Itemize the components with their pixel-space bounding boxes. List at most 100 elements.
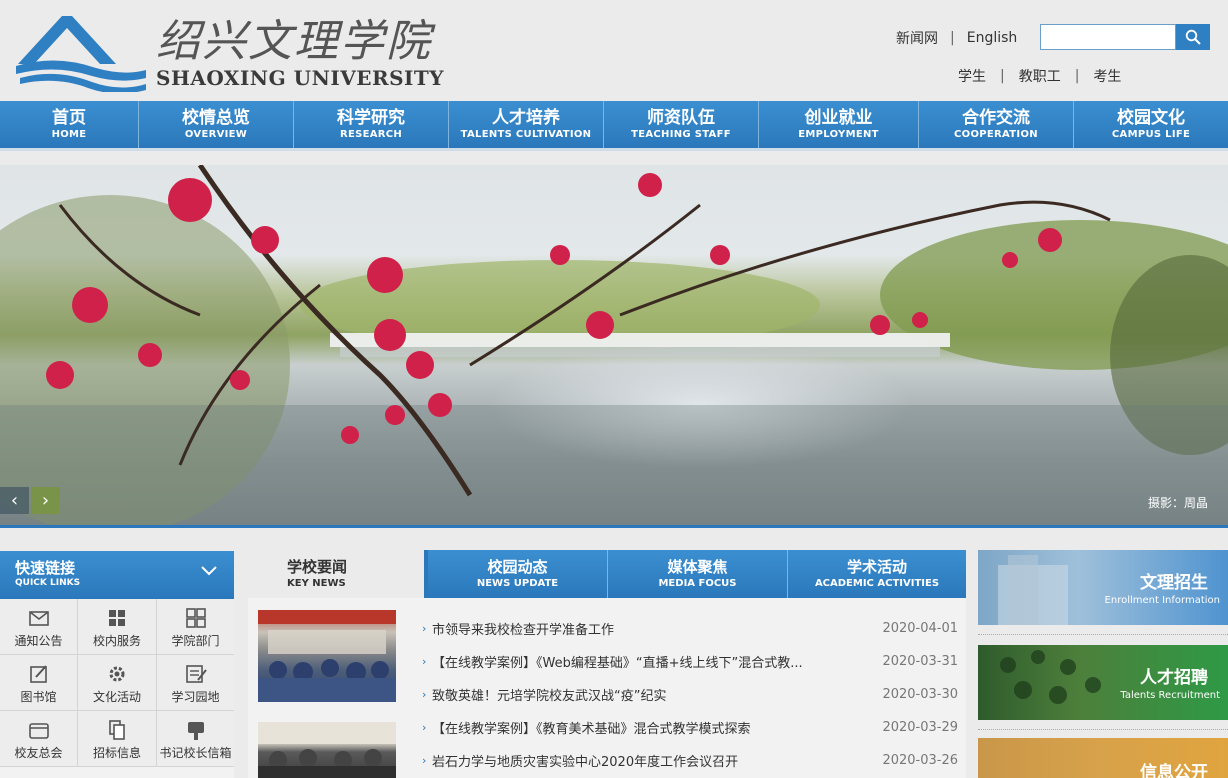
promo-title: 信息公开: [1140, 763, 1208, 778]
nav-label: 校情总览: [182, 108, 250, 128]
tab-label: 学校要闻: [287, 558, 348, 576]
quick-links-panel: 快速链接 QUICK LINKS 通知公告 校内服务 学院部门 图书馆 文化活动…: [0, 551, 234, 778]
quick-link-study-garden[interactable]: 学习园地: [157, 655, 234, 711]
quick-link-label: 文化活动: [92, 690, 141, 704]
quick-link-departments[interactable]: 学院部门: [157, 599, 234, 655]
mailbox-icon: [187, 722, 204, 740]
quick-link-bidding[interactable]: 招标信息: [78, 711, 157, 767]
news-site-link[interactable]: 新闻网: [896, 28, 938, 48]
nav-sublabel: TEACHING STAFF: [631, 129, 731, 140]
news-list: › 市领导来我校检查开学准备工作 2020-04-01 › 【在线教学案例】《W…: [422, 612, 962, 777]
mail-icon: [28, 611, 49, 626]
information-disclosure-promo[interactable]: 信息公开: [978, 738, 1228, 778]
promo-title: 文理招生: [1140, 573, 1208, 593]
tab-sublabel: ACADEMIC ACTIVITIES: [814, 578, 940, 589]
tab-sublabel: MEDIA FOCUS: [658, 578, 737, 589]
applicants-link[interactable]: 考生: [1093, 66, 1121, 86]
quick-link-president-mailbox[interactable]: 书记校长信箱: [157, 711, 234, 767]
search-input[interactable]: [1040, 24, 1176, 50]
nav-campus-life[interactable]: 校园文化 CAMPUS LIFE: [1074, 101, 1228, 148]
main-nav: 首页 HOME 校情总览 OVERVIEW 科学研究 RESEARCH 人才培养…: [0, 101, 1228, 151]
squares-icon: [185, 608, 206, 628]
nav-label: 合作交流: [962, 108, 1030, 128]
news-item[interactable]: › 致敬英雄！元培学院校友武汉战“疫”纪实 2020-03-30: [422, 678, 962, 711]
news-thumbnail[interactable]: [258, 722, 396, 778]
university-logo[interactable]: 绍兴文理学院 SHAOXING UNIVERSITY: [16, 14, 456, 94]
quick-link-label: 学院部门: [171, 634, 220, 648]
news-date: 2020-03-29: [882, 720, 958, 735]
tab-sublabel: KEY NEWS: [287, 578, 346, 589]
staff-link[interactable]: 教职工: [1019, 66, 1061, 86]
tab-academic-activities[interactable]: 学术活动 ACADEMIC ACTIVITIES: [788, 550, 966, 598]
enrollment-promo[interactable]: 文理招生 Enrollment Information: [978, 550, 1228, 625]
quick-link-cultural-activities[interactable]: 文化活动: [78, 655, 157, 711]
nav-label: 创业就业: [804, 108, 873, 128]
nav-label: 师资队伍: [647, 108, 715, 128]
news-title[interactable]: 致敬英雄！元培学院校友武汉战“疫”纪实: [432, 685, 862, 704]
header: 绍兴文理学院 SHAOXING UNIVERSITY 新闻网 | English…: [0, 0, 1228, 101]
nav-sublabel: OVERVIEW: [184, 129, 248, 140]
nav-research[interactable]: 科学研究 RESEARCH: [294, 101, 449, 148]
quick-link-label: 校友总会: [14, 746, 63, 760]
quick-link-label: 招标信息: [92, 746, 141, 760]
nav-employment[interactable]: 创业就业 EMPLOYMENT: [759, 101, 919, 148]
banner-prev-button[interactable]: ‹: [0, 487, 29, 514]
arrow-icon: ›: [422, 721, 427, 734]
quick-link-campus-services[interactable]: 校内服务: [78, 599, 157, 655]
news-tabs: 学校要闻 KEY NEWS 校园动态 NEWS UPDATE 媒体聚焦 MEDI…: [248, 550, 966, 598]
quick-link-alumni[interactable]: 校友总会: [0, 711, 78, 767]
banner-divider: [0, 525, 1228, 528]
news-title[interactable]: 市领导来我校检查开学准备工作: [432, 619, 862, 638]
tab-label: 媒体聚焦: [667, 558, 728, 576]
separator: |: [1000, 68, 1005, 84]
nav-sublabel: RESEARCH: [339, 129, 403, 140]
grid-icon: [109, 610, 125, 626]
news-item[interactable]: › 市领导来我校检查开学准备工作 2020-04-01: [422, 612, 962, 645]
tab-key-news[interactable]: 学校要闻 KEY NEWS: [248, 550, 428, 598]
news-photo: [258, 722, 396, 778]
students-link[interactable]: 学生: [958, 66, 986, 86]
nav-talents-cultivation[interactable]: 人才培养 TALENTS CULTIVATION: [449, 101, 604, 148]
notebook-icon: [185, 665, 207, 683]
page: 绍兴文理学院 SHAOXING UNIVERSITY 新闻网 | English…: [0, 0, 1228, 778]
divider: [978, 729, 1228, 730]
news-item[interactable]: › 【在线教学案例】《教育美术基础》混合式教学模式探索 2020-03-29: [422, 711, 962, 744]
document-icon: [109, 720, 125, 740]
banner-photo: [0, 165, 1228, 525]
quick-link-label: 学习园地: [171, 690, 220, 704]
nav-overview[interactable]: 校情总览 OVERVIEW: [139, 101, 294, 148]
news-date: 2020-03-30: [882, 687, 958, 702]
news-item[interactable]: › 岩石力学与地质灾害实验中心2020年度工作会议召开 2020-03-26: [422, 744, 962, 777]
search-button[interactable]: [1176, 24, 1210, 50]
separator: |: [1074, 68, 1080, 84]
chevron-right-icon: ›: [41, 490, 50, 511]
tab-news-update[interactable]: 校园动态 NEWS UPDATE: [428, 550, 608, 598]
nav-teaching-staff[interactable]: 师资队伍 TEACHING STAFF: [604, 101, 759, 148]
news-title[interactable]: 岩石力学与地质灾害实验中心2020年度工作会议召开: [432, 751, 862, 770]
nav-label: 校园文化: [1117, 108, 1185, 128]
news-title[interactable]: 【在线教学案例】《教育美术基础》混合式教学模式探索: [432, 718, 862, 737]
banner-next-button[interactable]: ›: [31, 487, 60, 514]
news-thumbnail[interactable]: [258, 610, 396, 702]
quick-link-label: 校内服务: [92, 634, 141, 648]
nav-cooperation[interactable]: 合作交流 COOPERATION: [919, 101, 1074, 148]
quick-link-label: 图书馆: [20, 690, 57, 704]
quick-links-header[interactable]: 快速链接 QUICK LINKS: [0, 551, 234, 599]
chevron-down-icon[interactable]: [200, 565, 218, 577]
arrow-icon: ›: [422, 622, 427, 635]
tab-media-focus[interactable]: 媒体聚焦 MEDIA FOCUS: [608, 550, 788, 598]
recruitment-promo[interactable]: 人才招聘 Talents Recruitment: [978, 645, 1228, 720]
quick-link-notices[interactable]: 通知公告: [0, 599, 78, 655]
nav-home[interactable]: 首页 HOME: [0, 101, 139, 148]
promo-title: 人才招聘: [1140, 668, 1208, 688]
news-item[interactable]: › 【在线教学案例】《Web编程基础》“直播+线上线下”混合式教... 2020…: [422, 645, 962, 678]
promo-subtitle: Talents Recruitment: [1120, 690, 1220, 701]
news-title[interactable]: 【在线教学案例】《Web编程基础》“直播+线上线下”混合式教...: [432, 652, 862, 671]
edit-icon: [29, 665, 47, 683]
inbox-icon: [28, 723, 49, 739]
top-links: 新闻网 | English: [896, 28, 1017, 48]
english-link[interactable]: English: [967, 30, 1018, 46]
nav-sublabel: TALENTS CULTIVATION: [460, 129, 592, 140]
hero-banner-image[interactable]: [0, 165, 1228, 525]
quick-link-library[interactable]: 图书馆: [0, 655, 78, 711]
